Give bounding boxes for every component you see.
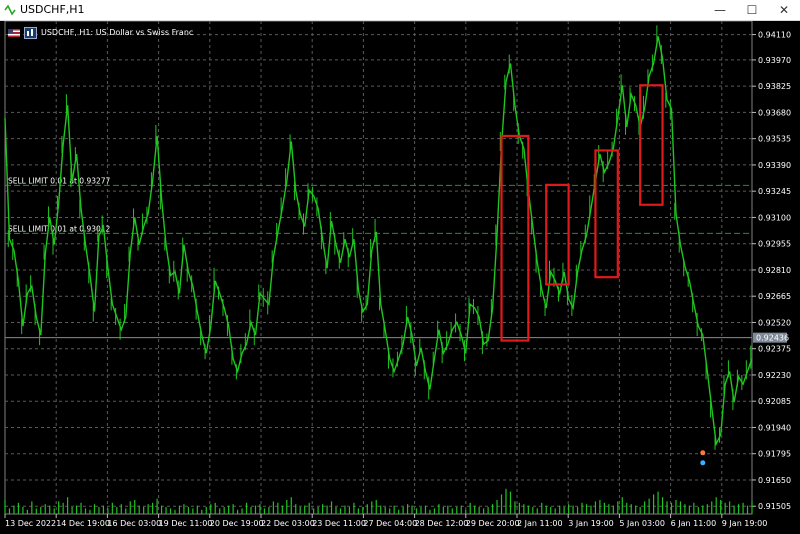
y-tick-label: 0.92665	[758, 292, 791, 301]
y-tick-label: 0.91650	[758, 476, 791, 485]
sell-limit-label: SELL LIMIT 0.01 at 0.93012	[8, 224, 111, 233]
x-tick-label: 14 Dec 19:00	[56, 519, 110, 528]
sell-limit-label: SELL LIMIT 0.01 at 0.93277	[8, 176, 111, 185]
x-tick-label: 22 Dec 03:00	[261, 519, 315, 528]
y-tick-label: 0.91505	[758, 502, 791, 511]
x-tick-label: 6 Jan 11:00	[671, 519, 717, 528]
close-button[interactable]: ✕	[768, 0, 800, 20]
y-tick-label: 0.92375	[758, 345, 791, 354]
x-tick-label: 23 Dec 11:00	[312, 519, 366, 528]
chart-canvas[interactable]: 0.94110 0.93970 0.93825 0.93680 0.93535 0.933…	[0, 21, 800, 534]
x-tick-label: 16 Dec 03:00	[107, 519, 161, 528]
x-tick-label: 9 Jan 19:00	[722, 519, 768, 528]
x-tick-label: 29 Dec 20:00	[466, 519, 520, 528]
symbol-description: USDCHF, H1: US Dollar vs Swiss Franc	[41, 28, 194, 37]
chart-info-bar: USDCHF, H1: US Dollar vs Swiss Franc	[8, 27, 193, 39]
x-tick-label: 27 Dec 04:00	[363, 519, 417, 528]
x-tick-label: 20 Dec 19:00	[210, 519, 264, 528]
x-tick-label: 19 Dec 11:00	[159, 519, 213, 528]
y-tick-label: 0.93390	[758, 161, 791, 170]
y-tick-label: 0.94110	[758, 31, 791, 40]
x-tick-label: 5 Jan 03:00	[619, 519, 665, 528]
y-tick-label: 0.92520	[758, 318, 791, 327]
y-tick-label: 0.91795	[758, 450, 791, 459]
y-tick-label: 0.92955	[758, 240, 791, 249]
y-tick-label: 0.92230	[758, 371, 791, 380]
price-chart[interactable]: 0.94110 0.93970 0.93825 0.93680 0.93535 0.933…	[0, 21, 800, 534]
y-tick-label: 0.93245	[758, 187, 791, 196]
x-tick-label: 28 Dec 12:00	[415, 519, 469, 528]
y-tick-label: 0.93970	[758, 56, 791, 65]
y-tick-label: 0.93535	[758, 135, 791, 144]
minimize-button[interactable]: —	[704, 0, 736, 20]
y-tick-label: 0.92085	[758, 397, 791, 406]
title-bar[interactable]: USDCHF,H1 — ☐ ✕	[0, 0, 800, 21]
x-tick-label: 3 Jan 19:00	[568, 519, 614, 528]
y-tick-label: 0.93825	[758, 82, 791, 91]
y-tick-label: 0.91940	[758, 423, 791, 432]
chart-window: USDCHF,H1 — ☐ ✕ 0.94110 0.93970 0.93825 0.9…	[0, 0, 800, 534]
one-click-trading-icon[interactable]	[24, 27, 37, 39]
trade-arrow-icon	[700, 460, 706, 466]
y-tick-label: 0.93100	[758, 213, 791, 222]
zone-rectangle[interactable]	[594, 149, 619, 279]
trade-arrow-icon	[700, 450, 706, 456]
zone-rectangle[interactable]	[500, 134, 530, 342]
x-tick-label: 13 Dec 2022	[5, 519, 56, 528]
window-title: USDCHF,H1	[20, 3, 85, 16]
y-tick-label: 0.92810	[758, 266, 791, 275]
chart-app-icon	[4, 4, 16, 16]
us-flag-icon	[8, 29, 20, 37]
x-tick-label: 2 Jan 11:00	[517, 519, 563, 528]
y-tick-label: 0.93680	[758, 108, 791, 117]
maximize-button[interactable]: ☐	[736, 0, 768, 20]
current-price-label: 0.92436	[756, 334, 789, 343]
